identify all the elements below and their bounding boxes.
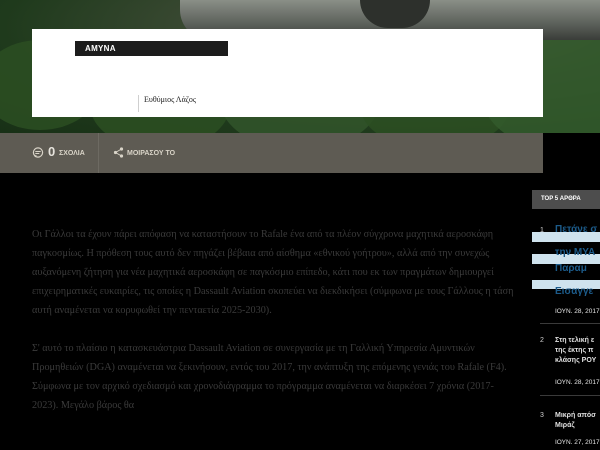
- sidebar-article-date: ΙΟΥΝ. 28, 2017: [555, 308, 600, 315]
- rank-number: 1: [540, 227, 544, 234]
- comment-icon[interactable]: [32, 147, 44, 159]
- sidebar-divider: [540, 395, 600, 396]
- sidebar-article-date: ΙΟΥΝ. 27, 2017: [555, 439, 600, 446]
- sidebar-article-date: ΙΟΥΝ. 28, 2017: [555, 379, 600, 386]
- social-bar: 0 ΣΧΟΛΙΑ ΜΟΙΡΑΣΟΥ ΤΟ: [0, 133, 543, 173]
- sidebar-article-title[interactable]: κλάσης ΡΟΥ: [555, 356, 596, 366]
- top-articles-sidebar: TOP 5 ΑΡΘΡΑ 1 Πετάνε σ την ΜΥΑ Παραμ Εισ…: [532, 190, 600, 450]
- sidebar-article-title[interactable]: Πετάνε σ: [555, 224, 597, 236]
- rank-number: 2: [540, 337, 544, 344]
- article-header-card: ΑΜΥΝΑ Ευθύμιος Λάζος: [32, 29, 543, 117]
- sidebar-article-title[interactable]: Εισαγγε: [555, 286, 593, 298]
- share-icon[interactable]: [113, 147, 124, 158]
- sidebar-article-title[interactable]: Στη τελική ε: [555, 336, 594, 346]
- article-paragraph: Σ' αυτό το πλαίσιο η κατασκευάστρια Dass…: [32, 343, 507, 411]
- article-paragraph: Οι Γάλλοι τα έχουν πάρει απόφαση να κατα…: [32, 229, 514, 316]
- comments-label[interactable]: ΣΧΟΛΙΑ: [59, 150, 85, 157]
- sidebar-heading: TOP 5 ΑΡΘΡΑ: [532, 190, 600, 209]
- rank-number: 3: [540, 412, 544, 419]
- sidebar-article-title[interactable]: της έκτης π: [555, 346, 593, 356]
- sidebar-article-title[interactable]: Μικρή απόσ: [555, 411, 596, 421]
- sidebar-article-title[interactable]: Παραμ: [555, 263, 587, 275]
- sidebar-article-title[interactable]: την ΜΥΑ: [555, 247, 595, 259]
- category-label[interactable]: ΑΜΥΝΑ: [75, 41, 228, 56]
- sidebar-article-title[interactable]: Μιράζ: [555, 421, 575, 431]
- share-label[interactable]: ΜΟΙΡΑΣΟΥ ΤΟ: [127, 150, 175, 157]
- author-divider: [138, 95, 139, 112]
- article-body: Οι Γάλλοι τα έχουν πάρει απόφαση να κατα…: [32, 225, 516, 434]
- bar-divider: [98, 133, 99, 173]
- comments-count[interactable]: 0: [48, 144, 55, 159]
- sidebar-divider: [540, 323, 600, 324]
- author-name[interactable]: Ευθύμιος Λάζος: [144, 95, 196, 104]
